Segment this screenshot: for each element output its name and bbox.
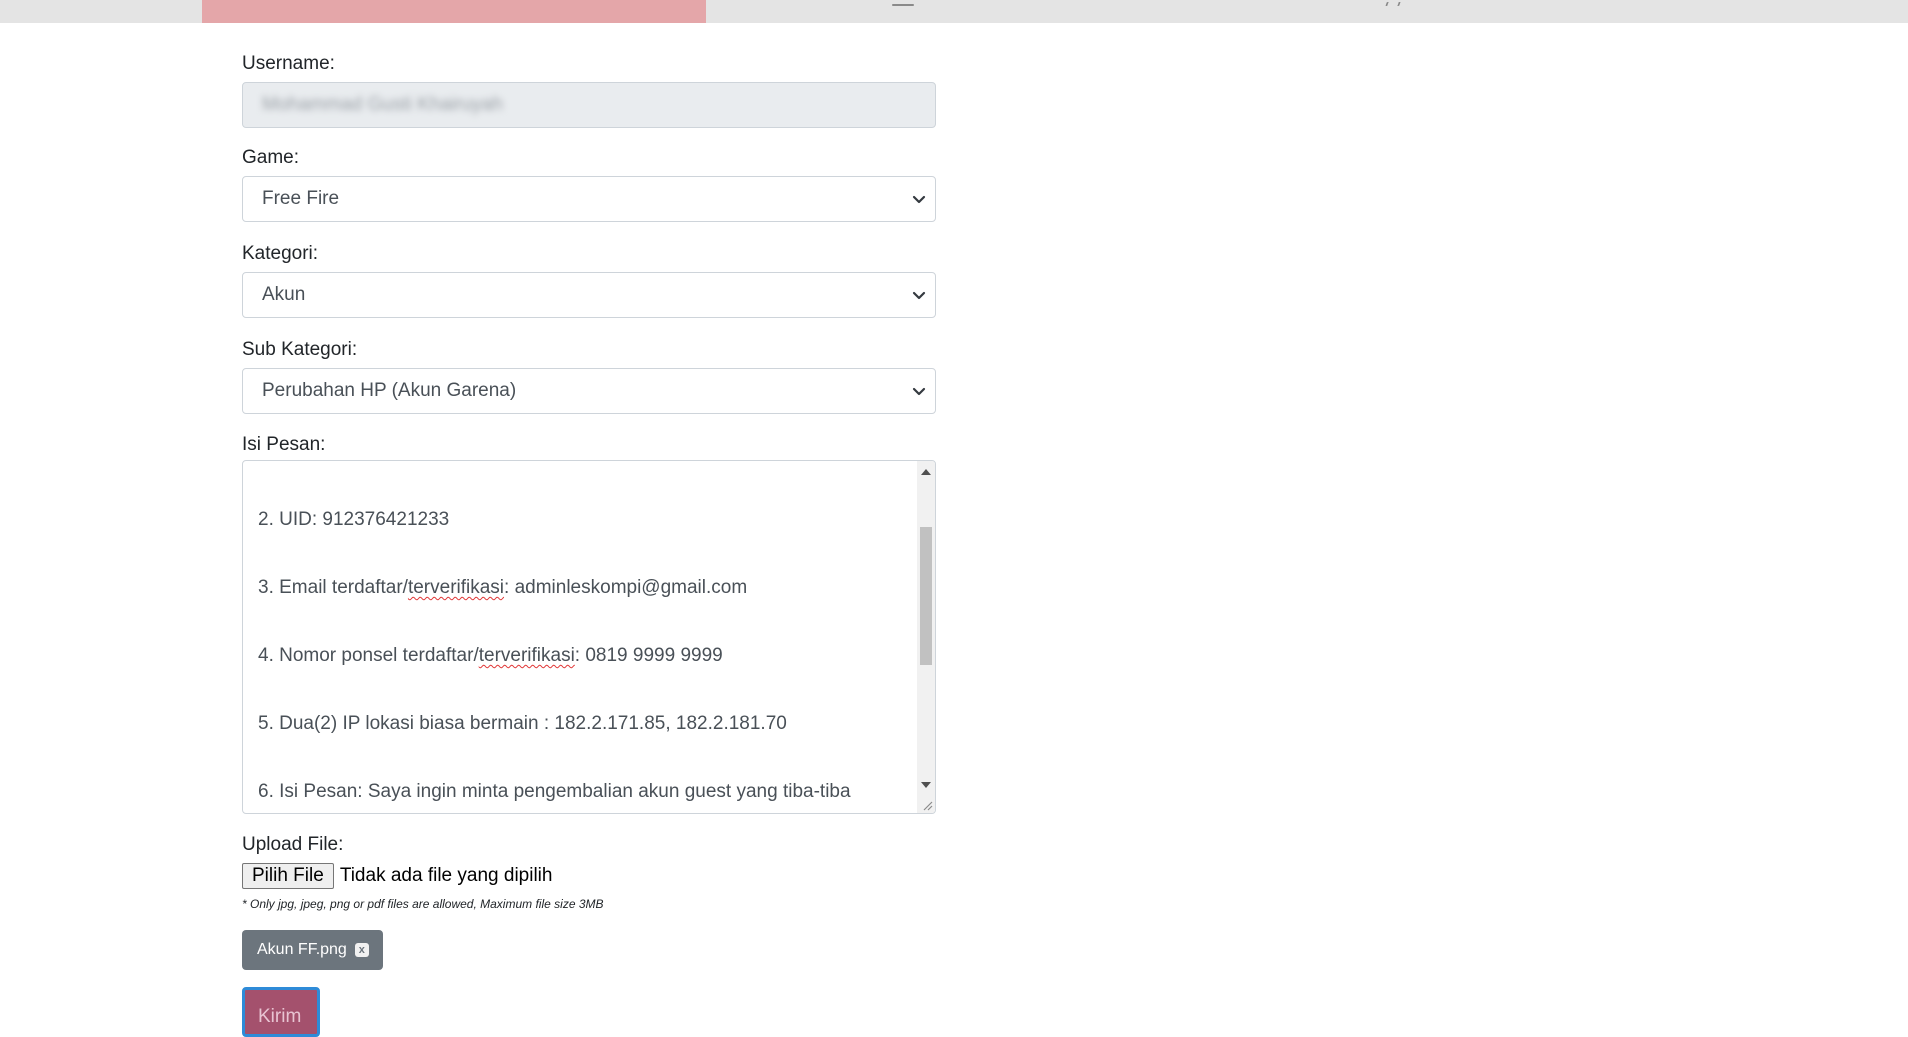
scroll-down-arrow-icon[interactable] [921, 782, 931, 788]
remove-file-icon[interactable]: x [354, 943, 369, 957]
pesan-email-misspelled: terverifikasi [407, 577, 505, 598]
file-input: Pilih File Tidak ada file yang dipilih [242, 863, 552, 891]
active-tab[interactable] [202, 0, 706, 23]
pesan-line-uid: 2. UID: 912376421233 [258, 509, 450, 530]
game-select[interactable]: Free Fire [242, 176, 936, 222]
subkategori-label: Sub Kategori: [242, 339, 358, 360]
pesan-email-suffix: : adminleskompi@gmail.com [504, 577, 748, 598]
chevron-down-icon [912, 195, 926, 204]
scrollbar-thumb[interactable] [920, 527, 932, 665]
tab-icon[interactable] [1380, 0, 1402, 6]
attached-file-chip: Akun FF.png x [242, 930, 383, 970]
pesan-line-phone: 4. Nomor ponsel terdaftar/terverifikasi:… [258, 645, 723, 667]
scroll-up-arrow-icon[interactable] [921, 469, 931, 475]
upload-label: Upload File: [242, 834, 344, 855]
username-value: Mohammad Gusti Khairuyah [262, 94, 503, 115]
game-selected-value: Free Fire [262, 188, 340, 209]
file-status-text: Tidak ada file yang dipilih [339, 865, 553, 886]
pesan-email-prefix: 3. Email terdaftar/ [258, 577, 408, 598]
top-tab-bar [0, 0, 1908, 23]
chevron-down-icon [912, 387, 926, 396]
pesan-phone-suffix: : 0819 9999 9999 [574, 645, 723, 666]
chevron-down-icon [912, 291, 926, 300]
choose-file-button[interactable]: Pilih File [242, 863, 334, 889]
kategori-selected-value: Akun [262, 284, 306, 305]
file-hint: * Only jpg, jpeg, png or pdf files are a… [242, 897, 604, 911]
resize-grip-icon[interactable] [921, 799, 933, 811]
kategori-select[interactable]: Akun [242, 272, 936, 318]
kategori-label: Kategori: [242, 243, 319, 264]
star-icon [1385, 2, 1401, 6]
pesan-phone-prefix: 4. Nomor ponsel terdaftar/ [258, 645, 479, 666]
submit-button[interactable]: Kirim [242, 987, 320, 1037]
pesan-phone-misspelled: terverifikasi [478, 645, 575, 666]
textarea-scrollbar[interactable] [917, 461, 935, 813]
pesan-line-email: 3. Email terdaftar/terverifikasi: adminl… [258, 577, 747, 599]
pesan-line-ip: 5. Dua(2) IP lokasi biasa bermain : 182.… [258, 713, 787, 734]
username-field: Mohammad Gusti Khairuyah [242, 82, 936, 128]
menu-icon [892, 4, 914, 6]
subkategori-select[interactable]: Perubahan HP (Akun Garena) [242, 368, 936, 414]
game-label: Game: [242, 147, 300, 168]
pesan-label: Isi Pesan: [242, 434, 326, 455]
attached-file-name: Akun FF.png [257, 941, 347, 958]
pesan-textarea[interactable]: 2. UID: 912376421233 3. Email terdaftar/… [242, 460, 936, 814]
username-label: Username: [242, 53, 335, 74]
pesan-line-message: 6. Isi Pesan: Saya ingin minta pengembal… [258, 781, 851, 802]
tab-icon[interactable] [892, 0, 914, 6]
subkategori-selected-value: Perubahan HP (Akun Garena) [262, 380, 517, 401]
